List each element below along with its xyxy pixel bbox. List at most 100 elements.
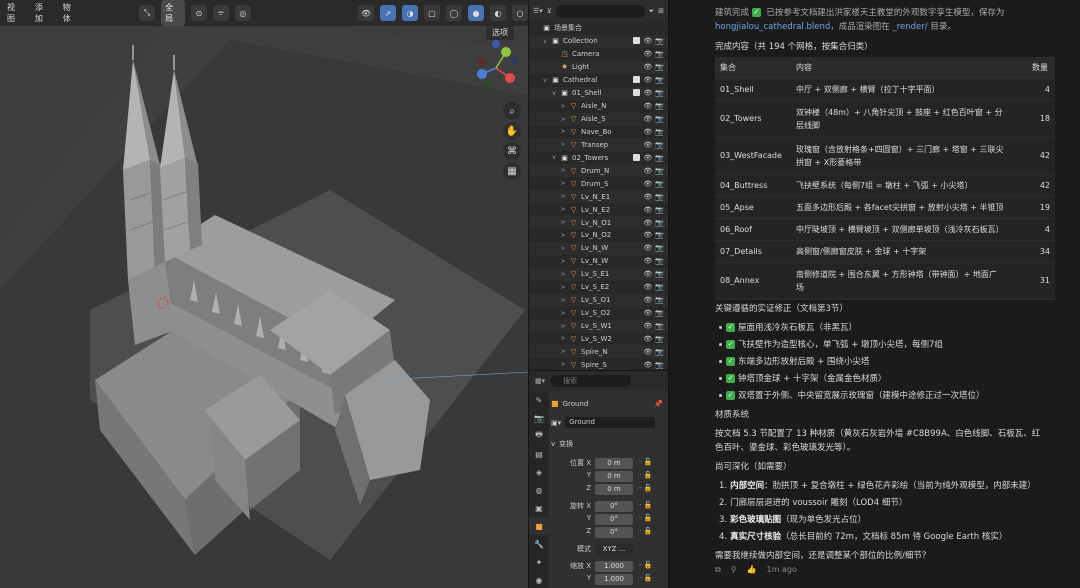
transform-orientation-select[interactable]: 全局 [161,0,185,26]
outliner-row[interactable]: > ▽ Lv_S_W1 👁 📷 [529,319,668,333]
camera-render-icon[interactable]: 📷 [655,50,664,58]
eye-icon[interactable]: 👁 [643,115,652,123]
eye-icon[interactable]: 👁 [643,102,652,110]
camera-render-icon[interactable]: 📷 [655,141,664,149]
camera-render-icon[interactable]: 📷 [655,244,664,252]
location-z-field[interactable]: 0 m [595,484,633,495]
render-tab-icon[interactable]: 📷 [529,409,549,427]
lock-icon[interactable]: · 🔓 [639,514,652,522]
camera-render-icon[interactable]: 📷 [655,180,664,188]
lock-icon[interactable]: · 🔓 [639,561,652,569]
camera-render-icon[interactable]: 📷 [655,154,664,162]
expand-toggle-icon[interactable]: > [560,103,566,110]
transform-section-header[interactable]: v 变换 [551,437,668,450]
scene-tab-icon[interactable]: ◈ [529,463,549,481]
camera-render-icon[interactable]: 📷 [655,206,664,214]
filter-icon[interactable]: ⊻ [547,7,552,15]
lock-icon[interactable]: · 🔓 [639,458,652,466]
object-name[interactable]: Ground [563,400,589,408]
expand-toggle-icon[interactable]: > [560,323,566,330]
camera-render-icon[interactable]: 📷 [655,335,664,343]
outliner-row[interactable]: > ▽ Drum_N 👁 📷 [529,164,668,178]
wireframe-shading-icon[interactable]: ◯ [446,5,463,21]
material-shading-icon[interactable]: ◐ [490,5,507,21]
camera-render-icon[interactable]: 📷 [655,283,664,291]
eye-icon[interactable]: 👁 [643,257,652,265]
lock-icon[interactable]: · 🔓 [639,574,652,582]
camera-render-icon[interactable]: 📷 [655,296,664,304]
expand-toggle-icon[interactable]: > [560,206,566,213]
include-checkbox[interactable] [633,153,641,161]
location-x-field[interactable]: 0 m [595,458,633,469]
mesh-type-icon[interactable]: ▣▾ [551,419,561,427]
new-collection-icon[interactable]: ⊞ [658,7,664,15]
camera-render-icon[interactable]: 📷 [655,257,664,265]
outliner-row[interactable]: ✸ Light 👁 📷 [529,60,668,74]
outliner-row[interactable]: v ▣ Cathedral 👁 📷 [529,74,668,87]
object-tab-icon[interactable]: ■ [529,517,549,535]
camera-render-icon[interactable]: 📷 [655,219,664,227]
camera-render-icon[interactable]: 📷 [655,89,664,97]
collection-tab-icon[interactable]: ▣ [529,499,549,517]
expand-toggle-icon[interactable]: > [560,180,566,187]
outliner-row[interactable]: v ▣ Collection 👁 📷 [529,34,668,48]
eye-icon[interactable]: 👁 [643,283,652,291]
expand-toggle-icon[interactable]: > [560,116,566,123]
expand-toggle-icon[interactable]: > [560,245,566,252]
expand-toggle-icon[interactable]: > [560,271,566,278]
scale-x-field[interactable]: 1.000 [595,561,633,572]
expand-toggle-icon[interactable]: > [560,128,566,135]
navigation-gizmo[interactable] [466,38,526,98]
eye-icon[interactable]: 👁 [643,37,652,45]
outliner-row[interactable]: > ▽ Lv_N_O2 👁 📷 [529,229,668,242]
eye-icon[interactable]: 👁 [643,50,652,58]
expand-toggle-icon[interactable]: v [551,154,557,161]
mesh-name-field[interactable]: Ground [565,417,656,428]
outliner-row[interactable]: > ▽ Lv_S_E2 👁 📷 [529,281,668,294]
rotation-mode-select[interactable]: XYZ ... [595,544,633,555]
camera-render-icon[interactable]: 📷 [655,348,664,356]
outliner-row[interactable]: > ▽ Lv_S_E1 👁 📷 [529,267,668,281]
eye-icon[interactable]: 👁 [643,270,652,278]
particles-tab-icon[interactable]: ✦ [529,553,549,571]
properties-search-input[interactable]: 搜索 [551,375,632,387]
pin-icon[interactable]: ⚲ [731,565,737,575]
expand-toggle-icon[interactable]: > [560,361,566,368]
eye-icon[interactable]: 👁 [643,63,652,71]
pin-icon[interactable]: 📌 [654,400,663,408]
outliner-row[interactable]: > ▽ Lv_N_W 👁 📷 [529,255,668,268]
cathedral-model-render[interactable] [0,0,528,588]
expand-toggle-icon[interactable]: > [560,284,566,291]
expand-toggle-icon[interactable]: > [560,141,566,148]
rotation-x-field[interactable]: 0° [595,501,633,512]
expand-toggle-icon[interactable]: > [560,297,566,304]
eye-icon[interactable]: 👁 [643,348,652,356]
eye-icon[interactable]: 👁 [643,154,652,162]
eye-icon[interactable]: 👁 [643,141,652,149]
menu-add[interactable]: 添加 [32,0,54,26]
camera-render-icon[interactable]: 📷 [655,63,664,71]
rotation-z-field[interactable]: 0° [595,527,633,538]
eye-icon[interactable]: 👁 [643,219,652,227]
eye-icon[interactable]: 👁 [643,231,652,239]
outliner-row[interactable]: ▣ 场景集合 [529,22,668,35]
outliner-row[interactable]: > ▽ Transep 👁 📷 [529,138,668,152]
eye-icon[interactable]: 👁 [643,193,652,201]
lock-icon[interactable]: · 🔓 [639,484,652,492]
scale-y-field[interactable]: 1.000 [595,574,633,585]
visibility-icon[interactable]: 👁 [357,5,375,21]
expand-toggle-icon[interactable]: > [560,310,566,317]
expand-toggle-icon[interactable]: v [542,38,548,45]
copy-icon[interactable]: ⧉ [715,565,721,575]
outliner-type-icon[interactable]: ☰▾ [533,7,543,15]
camera-render-icon[interactable]: 📷 [655,37,664,45]
menu-view[interactable]: 视图 [4,0,26,26]
zoom-icon[interactable]: ⌕ [503,102,521,120]
eye-icon[interactable]: 👁 [643,128,652,136]
outliner-row[interactable]: > ▽ Lv_N_E1 👁 📷 [529,190,668,204]
camera-render-icon[interactable]: 📷 [655,322,664,330]
outliner-row[interactable]: > ▽ Spire_S 👁 📷 [529,358,668,370]
eye-icon[interactable]: 👁 [643,167,652,175]
snap-icon[interactable]: ⌯ [212,5,229,21]
lock-icon[interactable]: · 🔓 [639,471,652,479]
